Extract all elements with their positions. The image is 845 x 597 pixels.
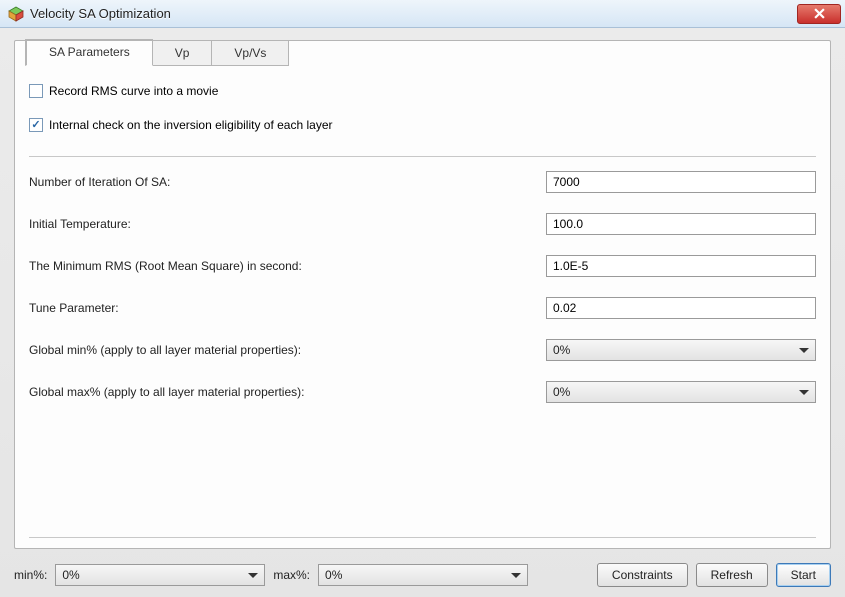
tab-sa-parameters[interactable]: SA Parameters	[25, 39, 153, 66]
tab-content: Record RMS curve into a movie Internal c…	[25, 66, 820, 538]
bottom-max-value: 0%	[325, 568, 511, 582]
bottom-min-value: 0%	[62, 568, 248, 582]
bottom-bar: min%: 0% max%: 0% Constraints Refresh St…	[14, 549, 831, 587]
internal-check-label: Internal check on the inversion eligibil…	[49, 118, 333, 132]
record-rms-label: Record RMS curve into a movie	[49, 84, 218, 98]
global-min-row: Global min% (apply to all layer material…	[29, 339, 816, 361]
min-rms-row: The Minimum RMS (Root Mean Square) in se…	[29, 255, 816, 277]
bottom-max-combo[interactable]: 0%	[318, 564, 528, 586]
tune-param-row: Tune Parameter:	[29, 297, 816, 319]
chevron-down-icon	[248, 573, 258, 578]
global-max-label: Global max% (apply to all layer material…	[29, 385, 546, 399]
tab-vp-vs[interactable]: Vp/Vs	[212, 40, 289, 66]
tabs: SA Parameters Vp Vp/Vs	[25, 40, 820, 66]
global-max-combo[interactable]: 0%	[546, 381, 816, 403]
app-icon	[8, 6, 24, 22]
internal-check-row: Internal check on the inversion eligibil…	[29, 118, 816, 132]
min-rms-input[interactable]	[546, 255, 816, 277]
tab-vp[interactable]: Vp	[153, 40, 213, 66]
chevron-down-icon	[799, 348, 809, 353]
divider-bottom	[29, 537, 816, 538]
internal-check-checkbox[interactable]	[29, 118, 43, 132]
global-min-label: Global min% (apply to all layer material…	[29, 343, 546, 357]
titlebar: Velocity SA Optimization	[0, 0, 845, 28]
iterations-row: Number of Iteration Of SA:	[29, 171, 816, 193]
window-root: Velocity SA Optimization SA Parameters V…	[0, 0, 845, 597]
constraints-button[interactable]: Constraints	[597, 563, 688, 587]
record-rms-row: Record RMS curve into a movie	[29, 84, 816, 98]
main-panel: SA Parameters Vp Vp/Vs Record RMS curve …	[14, 40, 831, 549]
global-max-row: Global max% (apply to all layer material…	[29, 381, 816, 403]
min-rms-label: The Minimum RMS (Root Mean Square) in se…	[29, 259, 546, 273]
iterations-input[interactable]	[546, 171, 816, 193]
initial-temp-label: Initial Temperature:	[29, 217, 546, 231]
initial-temp-row: Initial Temperature:	[29, 213, 816, 235]
global-min-combo[interactable]: 0%	[546, 339, 816, 361]
bottom-min-combo[interactable]: 0%	[55, 564, 265, 586]
start-button[interactable]: Start	[776, 563, 831, 587]
tune-param-label: Tune Parameter:	[29, 301, 546, 315]
chevron-down-icon	[799, 390, 809, 395]
window-title: Velocity SA Optimization	[30, 6, 797, 21]
chevron-down-icon	[511, 573, 521, 578]
record-rms-checkbox[interactable]	[29, 84, 43, 98]
global-max-value: 0%	[553, 385, 799, 399]
refresh-button[interactable]: Refresh	[696, 563, 768, 587]
divider-top	[29, 156, 816, 157]
body-area: SA Parameters Vp Vp/Vs Record RMS curve …	[0, 28, 845, 597]
bottom-max-label: max%:	[273, 568, 310, 582]
global-min-value: 0%	[553, 343, 799, 357]
bottom-min-label: min%:	[14, 568, 47, 582]
close-button[interactable]	[797, 4, 841, 24]
iterations-label: Number of Iteration Of SA:	[29, 175, 546, 189]
tune-param-input[interactable]	[546, 297, 816, 319]
initial-temp-input[interactable]	[546, 213, 816, 235]
